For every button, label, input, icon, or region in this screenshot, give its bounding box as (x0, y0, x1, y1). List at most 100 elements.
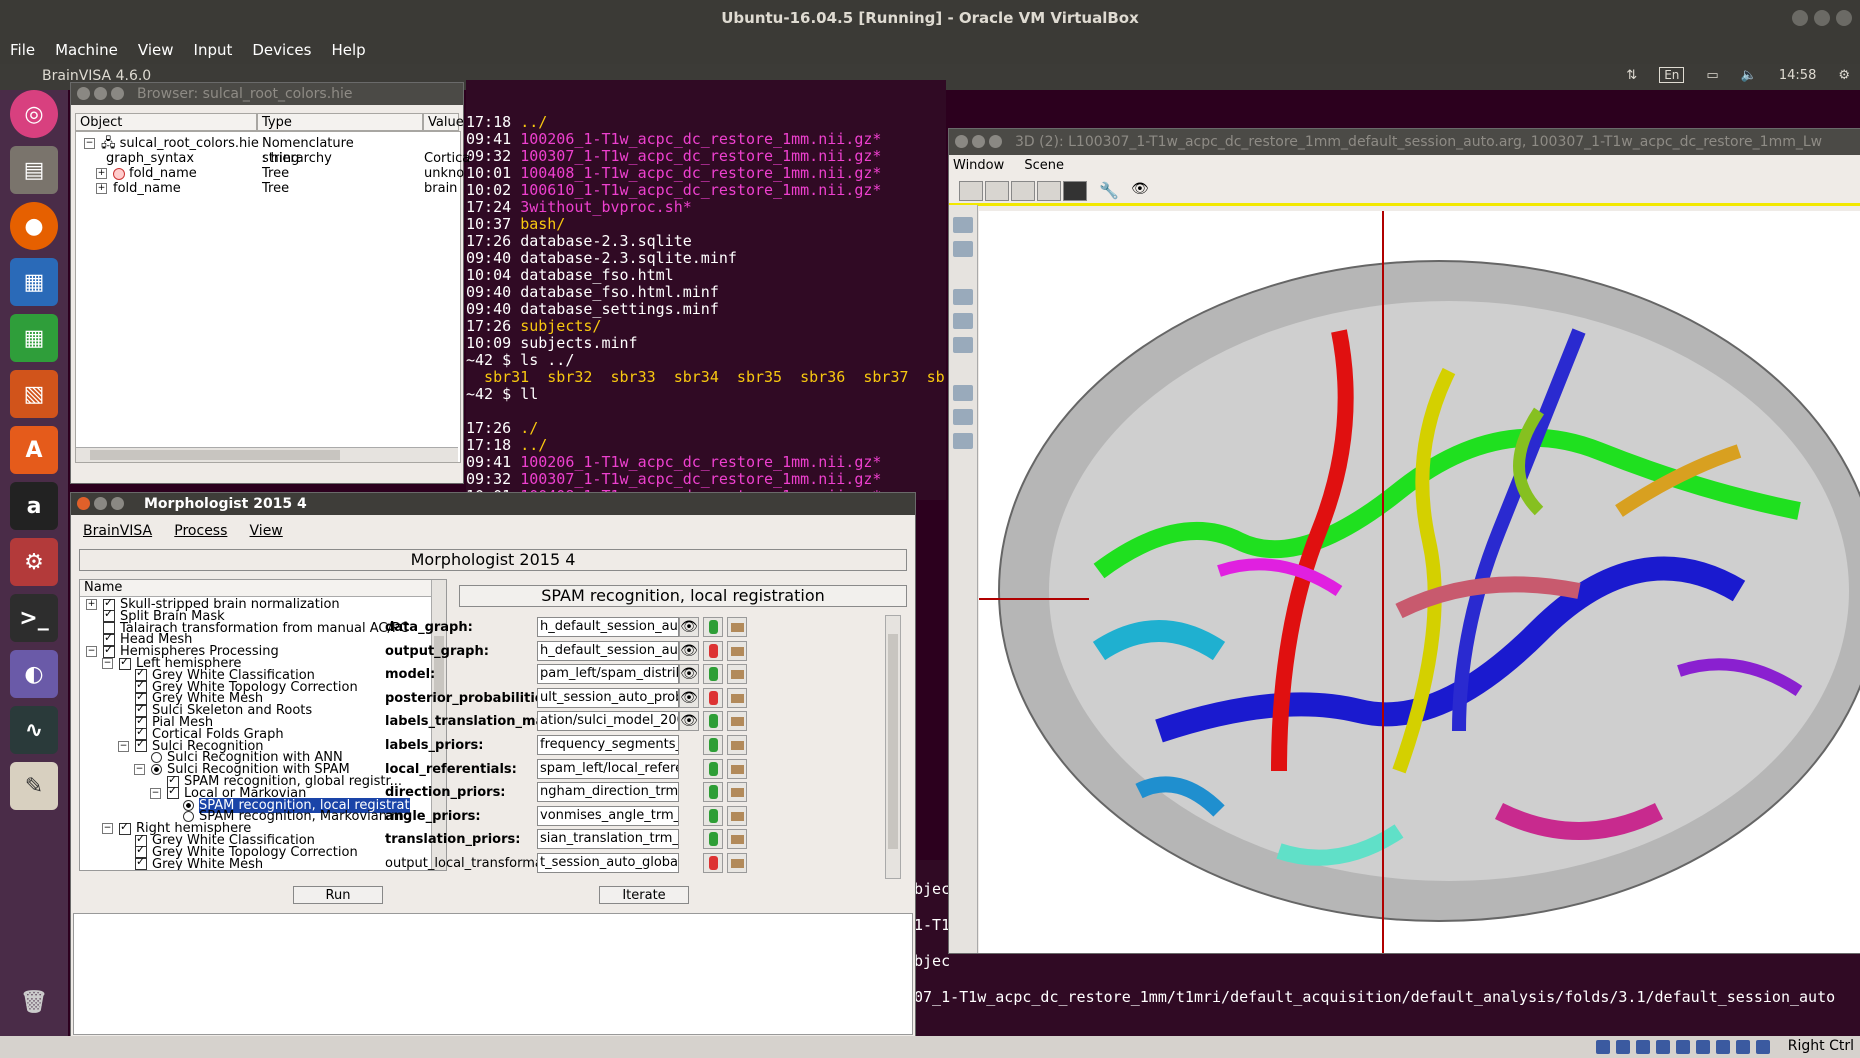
tree-row[interactable]: graph_syntax string Cortica (106, 151, 470, 166)
database-read-icon[interactable] (703, 711, 723, 732)
zoom-control-icon[interactable] (953, 241, 973, 257)
checkbox[interactable] (119, 655, 131, 670)
database-write-icon[interactable] (703, 640, 723, 661)
eye-icon[interactable]: 👁 (679, 664, 699, 685)
browse-folder-icon[interactable] (727, 758, 747, 779)
column-value[interactable]: Value (423, 113, 464, 131)
radio-button[interactable] (151, 764, 162, 776)
horizontal-scrollbar[interactable] (76, 447, 458, 462)
database-read-icon[interactable] (703, 782, 723, 803)
database-read-icon[interactable] (703, 664, 723, 685)
database-read-icon[interactable] (703, 617, 723, 637)
menu-view[interactable]: View (128, 41, 184, 59)
browser-title-bar[interactable]: Browser: sulcal_root_colors.hie (71, 83, 463, 105)
mouse-integration-icon[interactable] (1756, 1040, 1770, 1054)
database-read-icon[interactable] (703, 805, 723, 826)
transform-control-icon[interactable] (953, 313, 973, 329)
menu-window[interactable]: Window (953, 158, 1004, 173)
close-button[interactable] (955, 135, 968, 148)
eye-icon[interactable]: 👁 (679, 711, 699, 732)
expand-icon[interactable]: + (96, 168, 107, 179)
collapse-icon[interactable]: − (118, 740, 129, 752)
checkbox[interactable] (103, 643, 115, 658)
checkbox[interactable] (167, 784, 179, 800)
maximize-button[interactable] (989, 135, 1002, 148)
maximize-button[interactable] (1814, 10, 1830, 26)
audio-icon[interactable] (1636, 1040, 1650, 1054)
network-adapter-icon[interactable] (1656, 1040, 1670, 1054)
collapse-icon[interactable]: − (84, 138, 95, 149)
battery-icon[interactable]: ▭ (1706, 68, 1718, 83)
database-write-icon[interactable] (703, 853, 723, 873)
trash-icon[interactable]: 🗑 (10, 978, 58, 1026)
param-input[interactable]: frequency_segments_priors.dat (537, 735, 679, 755)
display-icon[interactable] (1716, 1040, 1730, 1054)
shared-folder-icon[interactable] (1696, 1040, 1710, 1054)
disk-icon[interactable] (1596, 1040, 1610, 1054)
menu-machine[interactable]: Machine (45, 41, 128, 59)
menu-brainvisa[interactable]: BrainVISA (83, 523, 152, 539)
expand-icon[interactable]: + (96, 183, 107, 194)
text-editor-icon[interactable]: ✎ (10, 762, 58, 810)
brainvisa-icon[interactable]: ◐ (10, 650, 58, 698)
param-input[interactable]: pam_left/spam_distribs.dat (537, 664, 679, 685)
menu-help[interactable]: Help (321, 41, 375, 59)
collapse-icon[interactable]: − (102, 823, 113, 835)
menu-view[interactable]: View (250, 523, 283, 539)
param-input[interactable]: vonmises_angle_trm_priors.dat (537, 805, 679, 826)
browse-folder-icon[interactable] (727, 735, 747, 755)
axial-view-icon[interactable] (959, 181, 983, 201)
eye-icon[interactable]: 👁 (679, 617, 699, 637)
run-button[interactable]: Run (293, 886, 383, 904)
tree-item[interactable]: Grey White Mesh (118, 855, 263, 870)
browse-folder-icon[interactable] (727, 805, 747, 826)
database-read-icon[interactable] (703, 758, 723, 779)
database-read-icon[interactable] (703, 829, 723, 850)
morph-title-bar[interactable]: Morphologist 2015 4 (71, 493, 915, 515)
close-button[interactable] (1836, 10, 1852, 26)
files-icon[interactable]: ▤ (10, 146, 58, 194)
network-icon[interactable]: ⇅ (1626, 68, 1637, 83)
minimize-button[interactable] (972, 135, 985, 148)
param-input[interactable]: ngham_direction_trm_priors.dat (537, 782, 679, 803)
param-input[interactable]: t_session_auto_global_TO_local (537, 853, 679, 873)
menu-scene[interactable]: Scene (1024, 158, 1064, 173)
collapse-icon[interactable]: − (150, 787, 161, 799)
maximize-button[interactable] (111, 497, 124, 510)
checkbox[interactable] (135, 737, 147, 753)
param-input[interactable]: h_default_session_auto.arg (537, 640, 679, 661)
terminal-window[interactable]: 17:18 ../09:41 100206_1-T1w_acpc_dc_rest… (466, 80, 946, 500)
database-write-icon[interactable] (703, 687, 723, 708)
iterate-button[interactable]: Iterate (599, 886, 689, 904)
radio-button[interactable] (183, 799, 194, 811)
tree-column-name[interactable]: Name (80, 580, 436, 597)
expand-icon[interactable]: + (86, 599, 97, 610)
minimize-button[interactable] (1792, 10, 1808, 26)
browse-folder-icon[interactable] (727, 664, 747, 685)
draw-control-icon[interactable] (953, 361, 973, 377)
database-read-icon[interactable] (703, 735, 723, 755)
system-monitor-icon[interactable]: ∿ (10, 706, 58, 754)
view3d-title-bar[interactable]: 3D (2): L100307_1-T1w_acpc_dc_restore_1m… (949, 129, 1860, 155)
calc-icon[interactable]: ▦ (10, 314, 58, 362)
scrollbar-thumb[interactable] (90, 450, 340, 460)
eye-icon[interactable]: 👁 (679, 687, 699, 708)
column-type[interactable]: Type (257, 113, 423, 131)
impress-icon[interactable]: ▧ (10, 370, 58, 418)
browse-folder-icon[interactable] (727, 617, 747, 637)
pointer-control-icon[interactable] (953, 265, 973, 281)
tree-row[interactable]: − 🖧 sulcal_root_colors.hie Nomenclature :… (84, 136, 354, 166)
eye-icon[interactable]: 👁 (1131, 181, 1153, 199)
scrollbar-thumb[interactable] (888, 634, 898, 849)
settings-icon[interactable]: ⚙ (10, 538, 58, 586)
browse-folder-icon[interactable] (727, 829, 747, 850)
browse-folder-icon[interactable] (727, 711, 747, 732)
browse-folder-icon[interactable] (727, 640, 747, 661)
minimize-button[interactable] (94, 497, 107, 510)
checkbox[interactable] (119, 820, 131, 835)
log-area[interactable] (73, 913, 913, 1035)
rotate-control-icon[interactable] (953, 217, 973, 233)
param-input[interactable]: ation/sulci_model_2008.trl (537, 711, 679, 732)
cut-control-icon[interactable] (953, 337, 973, 353)
label-control-icon[interactable] (953, 385, 973, 401)
